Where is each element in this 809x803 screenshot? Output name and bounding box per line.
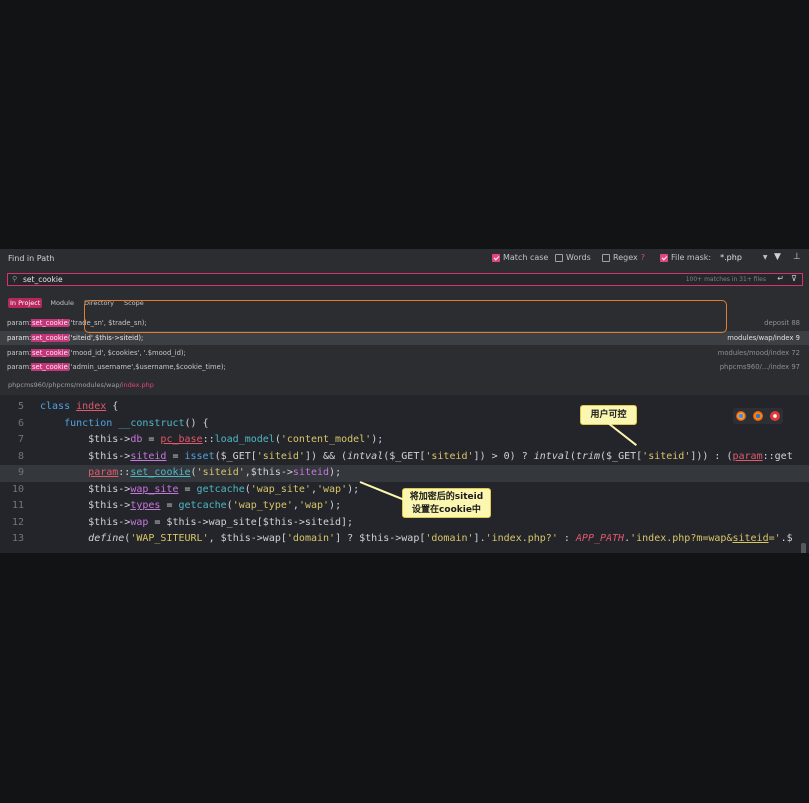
match-case-label: Match case <box>503 253 549 262</box>
code-text: class index { <box>40 401 119 412</box>
preview-file-path: phpcms960/phpcms/modules/wap/index.php <box>8 381 154 389</box>
result-row[interactable]: param:: set_cookie ('mood_id', $cookies'… <box>0 346 809 360</box>
match-count: 100+ matches in 31+ files <box>685 276 766 283</box>
code-line: 8 $this->siteid = isset($_GET['siteid'])… <box>0 449 809 466</box>
code-line: 13 define('WAP_SITEURL', $this->wap['dom… <box>0 531 809 548</box>
enter-icon[interactable]: ↵ <box>777 274 784 283</box>
line-number: 10 <box>11 483 24 495</box>
result-prefix: param:: <box>7 319 34 327</box>
tab-module[interactable]: Module <box>48 298 76 308</box>
line-number: 8 <box>17 450 24 462</box>
result-prefix: param:: <box>7 334 34 342</box>
words-option[interactable]: Words <box>555 253 591 262</box>
code-line: 7 $this->db = pc_base::load_model('conte… <box>0 432 809 449</box>
code-text: $this->wap = $this->wap_site[$this->site… <box>40 516 354 528</box>
callout-text-line1: 将加密后的siteid <box>409 492 484 502</box>
window-title: Find in Path <box>8 254 55 263</box>
chrome-icon[interactable] <box>736 411 747 421</box>
code-line: 5 class index { <box>0 399 809 416</box>
pin-icon[interactable]: ⊥ <box>793 252 801 262</box>
editor-scrollbar[interactable] <box>801 543 806 553</box>
regex-checkbox[interactable] <box>602 253 610 262</box>
code-text: $this->siteid = isset($_GET['siteid']) &… <box>40 450 793 462</box>
result-prefix: param:: <box>7 349 34 357</box>
result-match: set_cookie <box>31 363 69 371</box>
result-row-selected[interactable]: param:: set_cookie ('siteid',$this->site… <box>0 331 809 345</box>
line-number: 7 <box>17 434 24 445</box>
code-text: define('WAP_SITEURL', $this->wap['domain… <box>88 533 793 544</box>
result-text: ('mood_id', $cookies', '.$mood_id); <box>68 349 186 357</box>
words-label: Words <box>566 253 591 262</box>
callout-text: 用户可控 <box>590 410 627 420</box>
code-text: $this->types = getcache('wap_type','wap'… <box>40 500 342 511</box>
highlight-box <box>84 300 727 333</box>
line-number: 9 <box>17 467 24 478</box>
result-match: set_cookie <box>31 319 69 327</box>
callout-text-line2: 设置在cookie中 <box>412 505 481 515</box>
code-text: $this->db = pc_base::load_model('content… <box>40 434 384 445</box>
line-number: 5 <box>17 401 24 412</box>
words-checkbox[interactable] <box>555 253 563 262</box>
find-header: Find in Path Match case Words Regex ? Fi… <box>0 249 809 269</box>
chevron-down-icon[interactable]: ▼ <box>763 254 768 261</box>
result-row[interactable]: param:: set_cookie ('admin_username',$us… <box>0 360 809 374</box>
regex-option[interactable]: Regex ? <box>602 253 645 262</box>
result-path: modules/wap/index 9 <box>727 334 800 342</box>
file-mask-checkbox[interactable] <box>660 253 668 262</box>
file-mask-label: File mask: <box>671 253 712 262</box>
match-case-option[interactable]: Match case <box>492 253 548 262</box>
code-line-current: 9 param::set_cookie('siteid',$this->site… <box>0 465 809 482</box>
search-field[interactable]: ⚲ set_cookie 100+ matches in 31+ files ↵… <box>7 273 803 286</box>
result-prefix: param:: <box>7 363 34 371</box>
regex-label: Regex <box>613 253 638 262</box>
line-number: 6 <box>17 417 24 429</box>
result-text: ('siteid',$this->siteid); <box>68 334 144 342</box>
line-number: 11 <box>11 500 24 511</box>
result-match: set_cookie <box>31 349 69 357</box>
search-input[interactable]: set_cookie <box>23 275 63 284</box>
browser-preview-icons <box>733 408 783 424</box>
line-number: 13 <box>11 533 24 544</box>
code-preview[interactable]: 5 class index { 6 function __construct()… <box>0 395 809 553</box>
opera-icon[interactable] <box>769 411 780 421</box>
code-text: function __construct() { <box>64 417 209 429</box>
tab-in-project[interactable]: In Project <box>8 298 43 308</box>
filter-results-icon[interactable]: ⊽ <box>791 274 797 283</box>
filter-icon[interactable]: ▼ <box>774 252 781 262</box>
code-text: param::set_cookie('siteid',$this->siteid… <box>88 467 342 478</box>
file-mask-value[interactable]: *.php <box>720 253 742 262</box>
regex-help-link[interactable]: ? <box>641 253 645 262</box>
result-text: ('admin_username',$username,$cookie_time… <box>68 363 226 371</box>
line-number: 12 <box>11 516 24 528</box>
file-dir: phpcms960/phpcms/modules/wap/ <box>8 381 122 389</box>
match-case-checkbox[interactable] <box>492 253 500 262</box>
firefox-icon[interactable] <box>752 411 763 421</box>
result-path: phpcms960/.../index 97 <box>719 363 800 371</box>
file-name: index.php <box>121 381 154 389</box>
code-line: 6 function __construct() { <box>0 416 809 433</box>
result-path: modules/mood/index 72 <box>717 349 800 357</box>
result-match: set_cookie <box>31 334 69 342</box>
callout-siteid-cookie: 将加密后的siteid 设置在cookie中 <box>402 488 491 518</box>
search-icon: ⚲ <box>12 275 18 283</box>
code-text: $this->wap_site = getcache('wap_site','w… <box>40 483 360 495</box>
result-path: deposit 88 <box>764 319 800 327</box>
file-mask-option[interactable]: File mask: *.php ▼ <box>660 253 768 262</box>
